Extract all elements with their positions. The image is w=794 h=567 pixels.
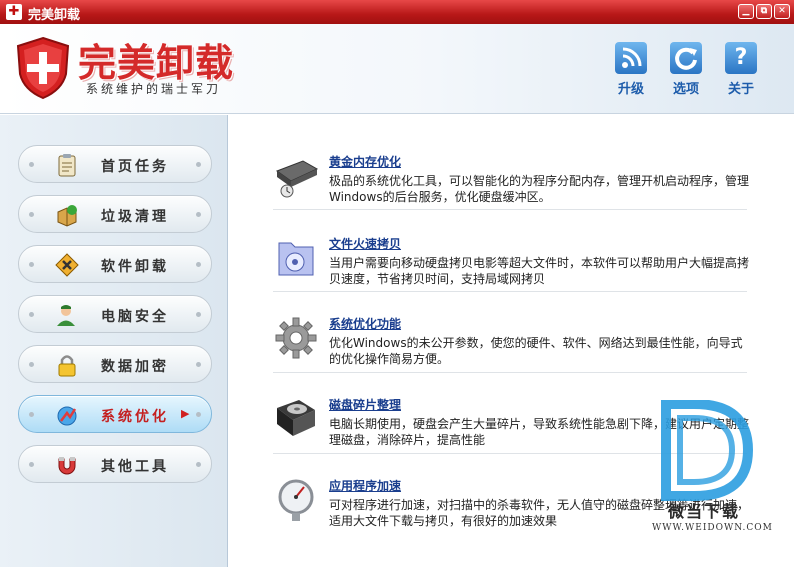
window-title: 完美卸载 (28, 8, 81, 23)
feature-description: 极品的系统优化工具，可以智能化的为程序分配内存，管理开机启动程序，管理Windo… (329, 174, 750, 204)
divider (273, 209, 747, 210)
tools-icon (55, 253, 79, 277)
sidebar-item-label: 数据加密 (101, 359, 169, 375)
shield-logo-icon (16, 36, 70, 100)
sidebar-item-label: 其他工具 (101, 459, 169, 475)
recycle-box-icon (57, 205, 77, 227)
restore-button[interactable]: ⧉ (756, 4, 772, 19)
help-icon: ? (725, 42, 757, 74)
upgrade-button[interactable]: 升级 (609, 42, 653, 97)
feature-title-link[interactable]: 应用程序加速 (329, 477, 401, 494)
chevron-right-icon: ▶ (181, 407, 190, 420)
divider (273, 372, 747, 373)
app-icon: ✚ (6, 4, 22, 20)
sidebar-item-label: 系统优化 (101, 409, 169, 425)
sidebar-item-software-uninstall[interactable]: 软件卸载 (18, 245, 212, 283)
feature-title-link[interactable]: 磁盘碎片整理 (329, 396, 401, 413)
close-button[interactable]: ✕ (774, 4, 790, 19)
brand-title: 完美卸载 (78, 40, 235, 85)
feature-title-link[interactable]: 黄金内存优化 (329, 153, 401, 170)
brand-slogan: 系统维护的瑞士军刀 (86, 82, 222, 96)
gear-icon (275, 317, 317, 359)
gauge-icon (278, 479, 314, 521)
sidebar-item-junk-clean[interactable]: 垃圾清理 (18, 195, 212, 233)
folder-copy-icon (278, 242, 314, 276)
sidebar-item-label: 首页任务 (101, 159, 169, 175)
feature-title-link[interactable]: 文件火速拷贝 (329, 235, 401, 252)
sidebar-item-home-tasks[interactable]: 首页任务 (18, 145, 212, 183)
header: 完美卸载 系统维护的瑞士军刀 升级 选项 ? 关于 (0, 24, 794, 114)
about-label: 关于 (727, 82, 754, 97)
sidebar-item-other-tools[interactable]: 其他工具 (18, 445, 212, 483)
lock-icon (58, 355, 76, 377)
title-bar: ✚ 完美卸载 ▁ ⧉ ✕ (0, 0, 794, 24)
watermark-text: 微当下载 (668, 502, 741, 521)
sidebar: 首页任务 垃圾清理 软件卸载 电脑安全 数据加密 系统优化 ▶ 其他工具 (0, 115, 228, 567)
sidebar-item-label: 电脑安全 (101, 309, 169, 325)
upgrade-label: 升级 (617, 82, 644, 97)
feature-description: 优化Windows的未公开参数，使您的硬件、软件、网络达到最佳性能，向导式的优化… (329, 336, 743, 366)
options-label: 选项 (672, 82, 699, 97)
feature-title-link[interactable]: 系统优化功能 (329, 315, 401, 332)
watermark-url: WWW.WEIDOWN.COM (652, 523, 773, 533)
feature-description: 当用户需要向移动硬盘拷贝电影等超大文件时，本软件可以帮助用户大幅提高拷贝速度，节… (329, 256, 750, 286)
rss-icon (615, 42, 647, 74)
user-shield-icon (57, 305, 75, 326)
sidebar-item-pc-security[interactable]: 电脑安全 (18, 295, 212, 333)
options-button[interactable]: 选项 (664, 42, 708, 97)
refresh-icon (670, 42, 702, 74)
about-button[interactable]: ? 关于 (719, 42, 763, 97)
memory-chip-icon (275, 160, 319, 198)
sidebar-item-label: 垃圾清理 (101, 209, 169, 225)
minimize-button[interactable]: ▁ (738, 4, 754, 19)
hard-disk-icon (277, 400, 315, 436)
divider (273, 291, 747, 292)
magnet-icon (58, 457, 76, 475)
clipboard-icon (58, 154, 76, 177)
sidebar-item-label: 软件卸载 (101, 259, 169, 275)
sidebar-item-system-optimize[interactable]: 系统优化 ▶ (18, 395, 212, 433)
sidebar-item-data-encrypt[interactable]: 数据加密 (18, 345, 212, 383)
optimize-icon (57, 406, 77, 426)
